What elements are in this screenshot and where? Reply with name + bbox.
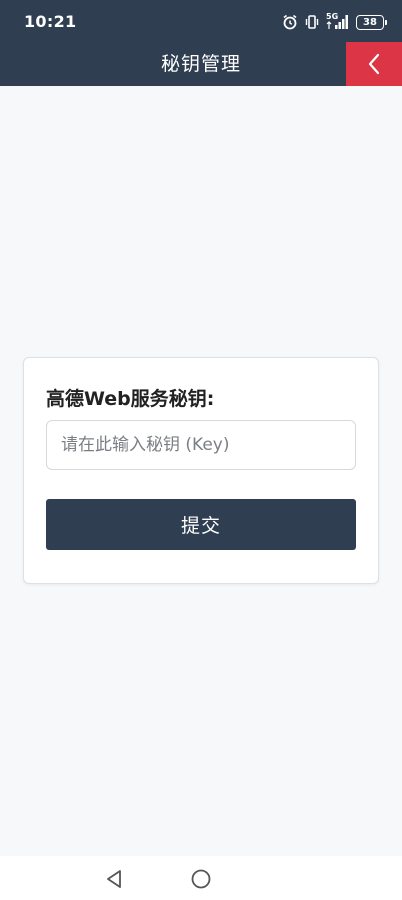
back-button[interactable] [346, 42, 402, 86]
status-icons: 5G 38 [282, 12, 387, 32]
page-title: 秘钥管理 [160, 53, 241, 75]
alarm-icon [282, 14, 298, 30]
battery-icon: 38 [356, 14, 387, 30]
triangle-back-icon[interactable] [104, 868, 124, 894]
circle-home-icon[interactable] [190, 868, 212, 894]
status-bar: 10:21 5G 38 [0, 0, 402, 42]
submit-button[interactable]: 提交 [46, 499, 356, 550]
key-field-label: 高德Web服务秘钥: [46, 388, 215, 410]
key-input[interactable] [46, 420, 356, 470]
chevron-left-icon [368, 53, 380, 75]
screen: 10:21 5G 38 秘钥管理 高德Web服务秘钥: 请在此输入秘钥 (Key… [0, 0, 402, 900]
system-nav-bar [0, 856, 402, 900]
app-header: 秘钥管理 [0, 42, 402, 86]
key-form-card: 高德Web服务秘钥: 提交 [23, 357, 379, 584]
vibrate-icon [304, 14, 320, 30]
signal-5g-icon: 5G [326, 12, 350, 30]
status-time: 10:21 [24, 12, 77, 31]
